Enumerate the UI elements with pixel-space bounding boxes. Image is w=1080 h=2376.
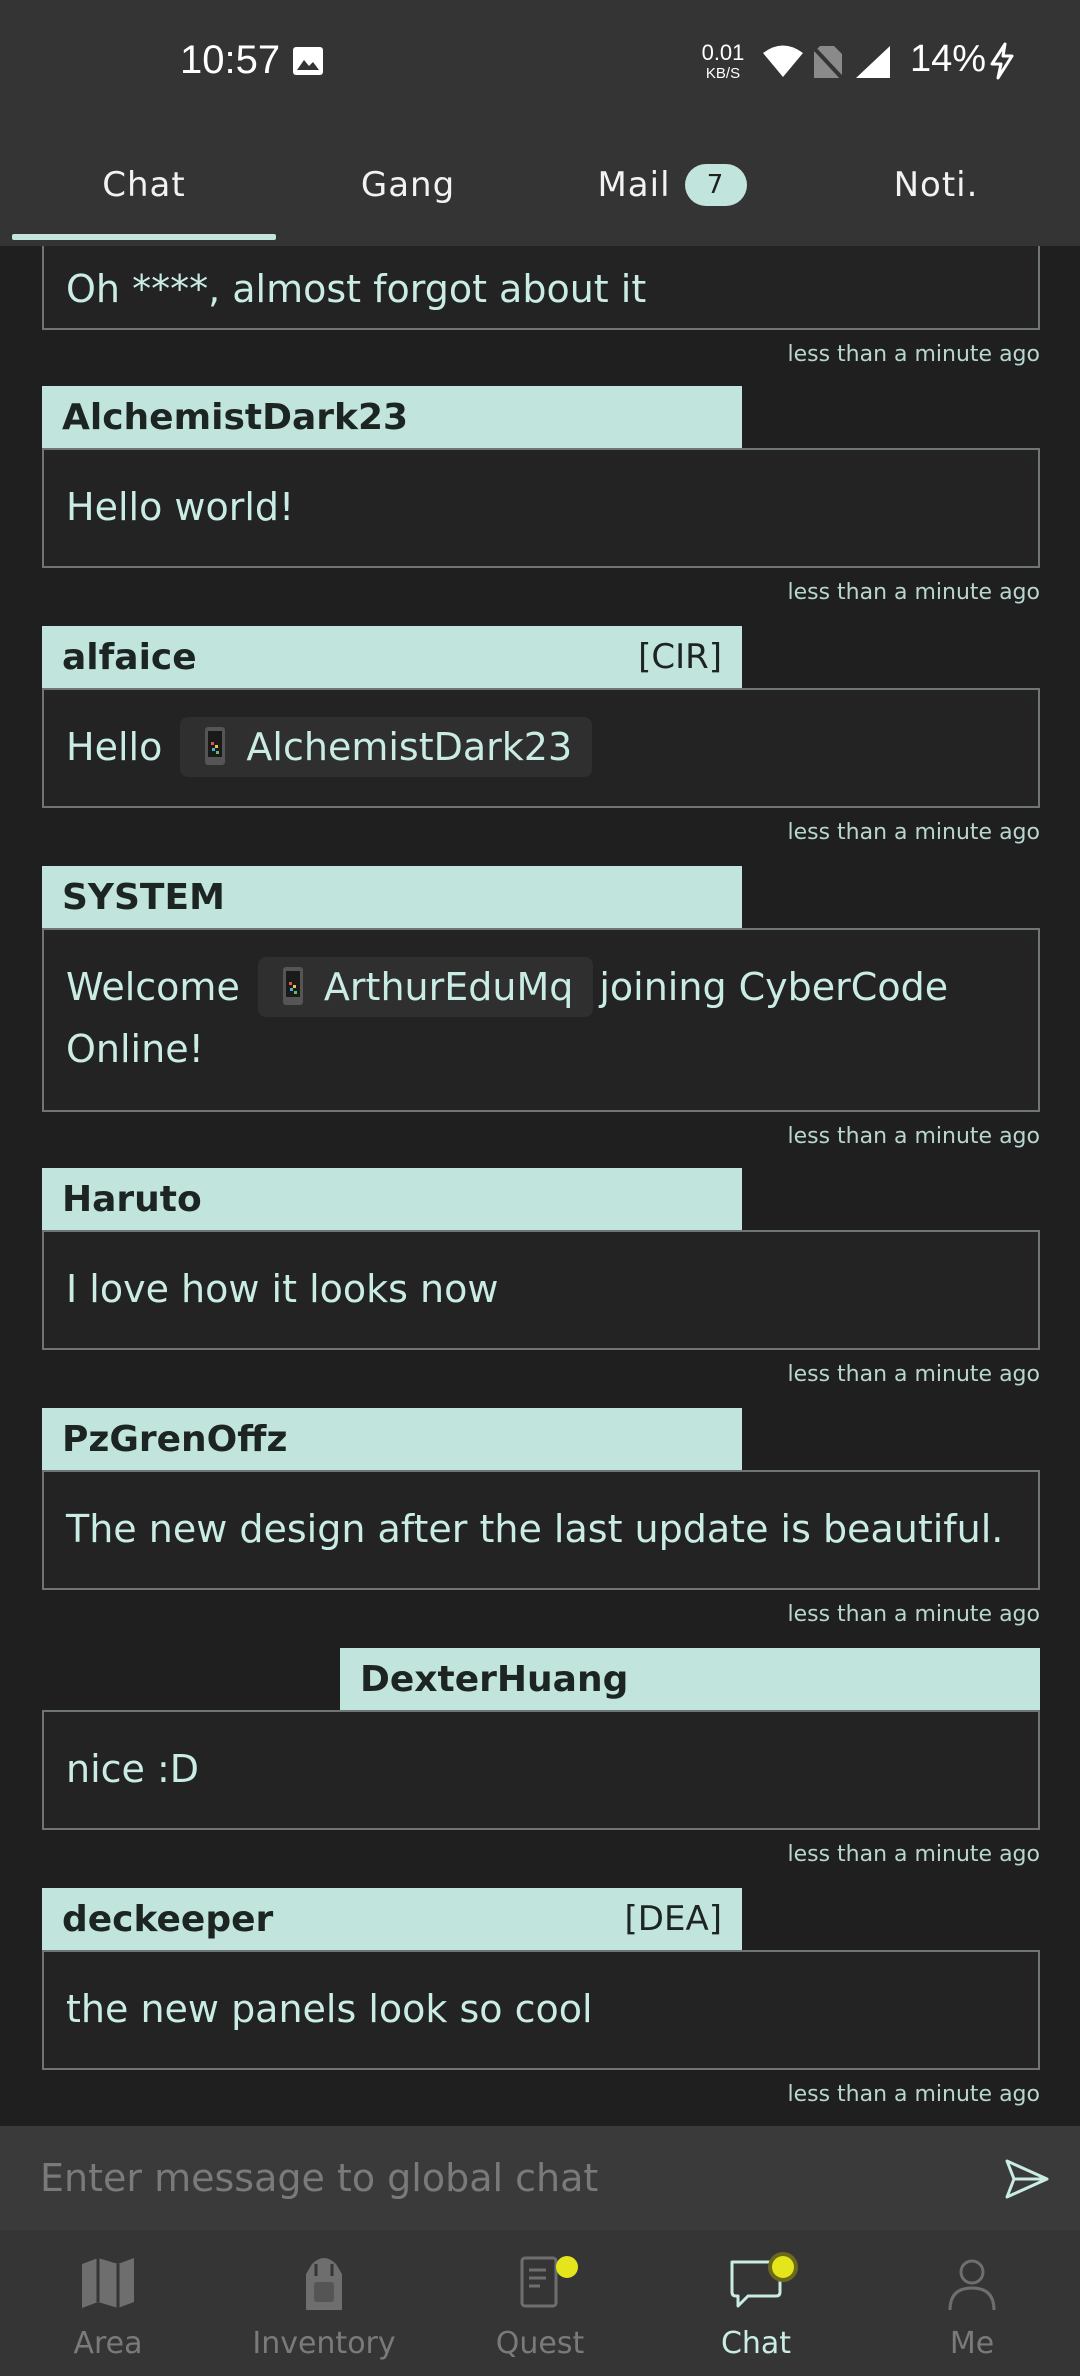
- map-icon: [82, 2258, 134, 2308]
- message-username[interactable]: PzGrenOffz: [42, 1408, 742, 1470]
- network-speed: 0.01 KB/S: [701, 40, 745, 82]
- message-body: I love how it looks now: [42, 1230, 1040, 1350]
- user-mention[interactable]: ArthurEduMq: [257, 957, 594, 1017]
- message-username[interactable]: AlchemistDark23: [42, 386, 742, 448]
- nav-me[interactable]: Me: [864, 2230, 1080, 2376]
- tab-gang[interactable]: Gang: [276, 124, 540, 246]
- tab-notifications[interactable]: Noti.: [804, 124, 1068, 246]
- message-time: less than a minute ago: [787, 1842, 1040, 1867]
- signal-icon: [856, 46, 890, 78]
- message-username[interactable]: DexterHuang: [340, 1648, 1040, 1710]
- nav-inventory[interactable]: Inventory: [216, 2230, 432, 2376]
- message-time: less than a minute ago: [787, 1124, 1040, 1149]
- message-username[interactable]: Haruto: [42, 1168, 742, 1230]
- message-composer: [0, 2126, 1080, 2230]
- message-time: less than a minute ago: [787, 1362, 1040, 1387]
- message-time: less than a minute ago: [787, 820, 1040, 845]
- send-icon[interactable]: [1004, 2158, 1050, 2200]
- message-username[interactable]: deckeeper [DEA]: [42, 1888, 742, 1950]
- status-bar: 10:57 0.01 KB/S 14%: [0, 0, 1080, 124]
- message-time: less than a minute ago: [787, 580, 1040, 605]
- tab-chat[interactable]: Chat: [12, 124, 276, 246]
- message-username[interactable]: SYSTEM: [42, 866, 742, 928]
- image-icon: [293, 47, 323, 75]
- chat-notification-dot: [772, 2256, 794, 2278]
- no-sim-icon: [812, 46, 844, 80]
- wifi-icon: [763, 45, 803, 77]
- phone-icon: [282, 967, 303, 1005]
- tab-mail[interactable]: Mail 7: [540, 124, 804, 246]
- person-icon: [948, 2259, 996, 2311]
- message-time: less than a minute ago: [787, 342, 1040, 367]
- message-body: Hello AlchemistDark23: [42, 688, 1040, 808]
- message-time: less than a minute ago: [787, 1602, 1040, 1627]
- message-body: Welcome ArthurEduMq joining CyberCode On…: [42, 928, 1040, 1112]
- status-time: 10:57: [180, 38, 281, 82]
- nav-chat[interactable]: Chat: [648, 2230, 864, 2376]
- nav-area[interactable]: Area: [0, 2230, 216, 2376]
- gang-tag: [DEA]: [624, 1899, 722, 1939]
- message-body: Oh ****, almost forgot about it: [42, 246, 1040, 330]
- message-username[interactable]: alfaice [CIR]: [42, 626, 742, 688]
- mail-count-badge: 7: [684, 164, 747, 206]
- user-mention[interactable]: AlchemistDark23: [180, 717, 593, 777]
- message-body: the new panels look so cool: [42, 1950, 1040, 2070]
- battery-level: 14%: [910, 38, 987, 80]
- gang-tag: [CIR]: [638, 637, 722, 677]
- message-body: Hello world!: [42, 448, 1040, 568]
- message-body: nice :D: [42, 1710, 1040, 1830]
- quest-notification-dot: [556, 2256, 578, 2278]
- chat-tabs: Chat Gang Mail 7 Noti.: [0, 124, 1080, 246]
- chat-message-input[interactable]: [40, 2144, 960, 2212]
- message-time: less than a minute ago: [787, 2082, 1040, 2107]
- message-body: The new design after the last update is …: [42, 1470, 1040, 1590]
- nav-quest[interactable]: Quest: [432, 2230, 648, 2376]
- charging-icon: [990, 42, 1014, 80]
- chat-feed[interactable]: Oh ****, almost forgot about it less tha…: [0, 246, 1080, 2126]
- phone-icon: [205, 727, 226, 765]
- backpack-icon: [306, 2258, 342, 2310]
- bottom-navigation: Area Inventory Quest Chat Me: [0, 2230, 1080, 2376]
